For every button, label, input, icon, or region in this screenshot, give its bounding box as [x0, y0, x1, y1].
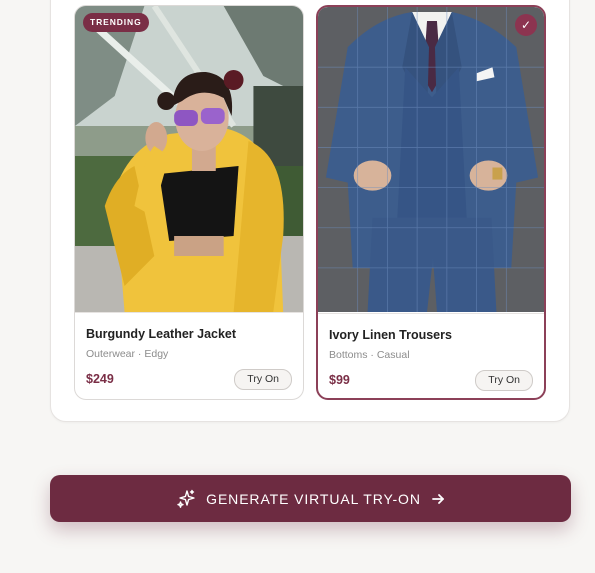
product-category: Outerwear · Edgy [86, 348, 169, 360]
product-info: Ivory Linen Trousers Bottoms · Casual $9… [318, 313, 544, 398]
selected-check-icon: ✓ [515, 14, 537, 36]
arrow-right-icon [431, 492, 445, 506]
product-image-suit [318, 7, 544, 312]
product-info: Burgundy Leather Jacket Outerwear · Edgy… [75, 312, 303, 399]
product-card-burgundy-leather-jacket[interactable]: TRENDING Burgundy Leather Jacket Outerwe… [74, 5, 304, 400]
try-on-button[interactable]: Try On [475, 370, 533, 391]
sparkles-icon [176, 489, 196, 509]
product-price: $99 [329, 373, 350, 387]
try-on-button[interactable]: Try On [234, 369, 292, 390]
generate-virtual-try-on-button[interactable]: GENERATE VIRTUAL TRY-ON [50, 475, 571, 522]
product-image-jacket [75, 6, 303, 312]
product-card-ivory-linen-trousers[interactable]: ✓ Ivory Linen Trousers Bottoms · Casual … [316, 5, 546, 400]
product-name: Ivory Linen Trousers [329, 328, 452, 342]
generate-button-label: GENERATE VIRTUAL TRY-ON [206, 490, 421, 507]
product-category: Bottoms · Casual [329, 349, 410, 361]
product-name: Burgundy Leather Jacket [86, 327, 237, 341]
product-price: $249 [86, 372, 114, 386]
trending-badge: TRENDING [83, 13, 149, 32]
